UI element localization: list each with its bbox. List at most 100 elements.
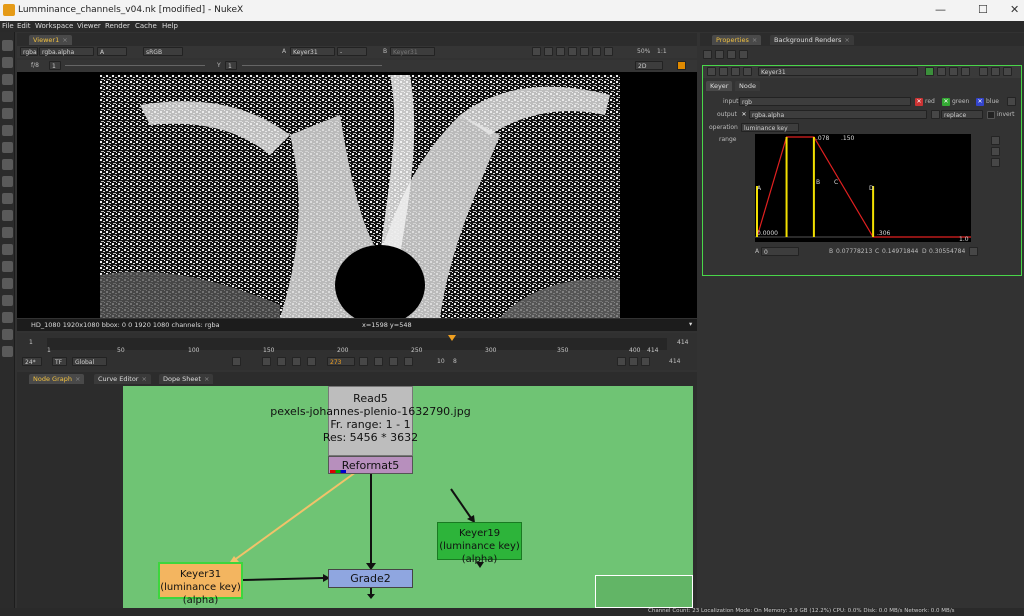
proxy-icon[interactable] — [568, 47, 577, 56]
colorspace-select[interactable]: sRGB — [143, 47, 183, 56]
hide-input-icon[interactable] — [925, 67, 934, 76]
tab-curve-editor[interactable]: Curve Editor × — [94, 374, 151, 384]
maximize-button[interactable]: ☐ — [978, 3, 988, 16]
node-graph[interactable]: Read5 pexels-johannes-plenio-1632790.jpg… — [123, 386, 693, 608]
keyer-tool-icon[interactable] — [2, 142, 13, 153]
channel-menu-icon[interactable] — [1007, 97, 1016, 106]
output-checkbox[interactable]: ✕ — [740, 111, 748, 119]
tab-node-graph[interactable]: Node Graph × — [29, 374, 85, 384]
range-graph[interactable]: .078 .150 A B C D 0.0000 .306 1.0 — [755, 134, 971, 243]
b-value[interactable]: 0.07778213 — [836, 247, 872, 256]
view-mode-select[interactable]: 2D — [635, 61, 663, 70]
operation-select[interactable]: luminance key — [741, 123, 799, 132]
input-select[interactable]: rgb — [739, 97, 911, 106]
output-select[interactable]: rgba.alpha — [749, 110, 927, 119]
a-input[interactable]: 0 — [761, 247, 799, 256]
revert-icon[interactable] — [937, 67, 946, 76]
close-icon[interactable]: × — [62, 36, 67, 44]
node-color-icon[interactable] — [743, 67, 752, 76]
fps-select[interactable]: 24* — [22, 357, 42, 366]
render-icon[interactable] — [629, 357, 638, 366]
fstop-label[interactable]: f/8 — [31, 61, 39, 70]
node-info-icon[interactable] — [719, 67, 728, 76]
draw-tool-icon[interactable] — [2, 57, 13, 68]
curve-zoom-out-icon[interactable] — [991, 147, 1000, 156]
gamma-input[interactable]: 1 — [225, 61, 237, 70]
menu-edit[interactable]: Edit — [17, 22, 31, 30]
close-icon[interactable]: × — [141, 375, 146, 383]
curve-reset-icon[interactable] — [991, 158, 1000, 167]
step-value[interactable]: 10 — [437, 357, 445, 366]
checker-icon[interactable] — [556, 47, 565, 56]
channel-tool-icon[interactable] — [2, 91, 13, 102]
float-panel-icon[interactable] — [991, 67, 1000, 76]
tab-viewer1[interactable]: Viewer1 × — [29, 35, 72, 45]
max-panels-icon[interactable] — [703, 50, 712, 59]
tab-background-renders[interactable]: Background Renders × — [770, 35, 854, 45]
menu-render[interactable]: Render — [105, 22, 130, 30]
pencil-icon[interactable] — [739, 50, 748, 59]
invert-checkbox[interactable] — [987, 111, 995, 119]
image-tool-icon[interactable] — [2, 40, 13, 51]
other-tool-icon[interactable] — [2, 295, 13, 306]
history-icon[interactable] — [949, 67, 958, 76]
color-tool-icon[interactable] — [2, 108, 13, 119]
settings-tool-icon[interactable] — [2, 346, 13, 357]
menu-cache[interactable]: Cache — [135, 22, 157, 30]
playhead-icon[interactable] — [448, 335, 456, 341]
output-mode-select[interactable]: replace — [941, 110, 983, 119]
play-back-button[interactable] — [307, 357, 316, 366]
go-start-button[interactable] — [262, 357, 271, 366]
play-forward-button[interactable] — [359, 357, 368, 366]
c-value[interactable]: 0.14971844 — [882, 247, 918, 256]
end-frame-value[interactable]: 414 — [669, 357, 680, 366]
merge-tool-icon[interactable] — [2, 159, 13, 170]
fstop-input[interactable]: 1 — [49, 61, 61, 70]
close-icon[interactable]: × — [752, 36, 757, 44]
views-tool-icon[interactable] — [2, 244, 13, 255]
center-icon[interactable] — [731, 67, 740, 76]
3d-tool-icon[interactable] — [2, 193, 13, 204]
flipbook-icon[interactable] — [617, 357, 626, 366]
output-menu-icon[interactable] — [931, 110, 940, 119]
paint-icon[interactable] — [677, 61, 686, 70]
tab-node[interactable]: Node — [735, 81, 760, 91]
menu-viewer[interactable]: Viewer — [77, 22, 101, 30]
menu-workspace[interactable]: Workspace — [35, 22, 73, 30]
minimize-button[interactable]: — — [935, 3, 946, 16]
prev-frame-button[interactable] — [292, 357, 301, 366]
overlay-icon[interactable] — [592, 47, 601, 56]
tf-select[interactable]: TF — [52, 357, 67, 366]
tab-keyer[interactable]: Keyer — [706, 81, 733, 91]
layer-select[interactable]: rgba — [20, 47, 38, 56]
collapse-icon[interactable] — [707, 67, 716, 76]
dropdown-icon[interactable]: ▾ — [689, 320, 692, 328]
roi-icon[interactable] — [532, 47, 541, 56]
close-icon[interactable]: × — [844, 36, 849, 44]
clear-panels-icon[interactable] — [715, 50, 724, 59]
grade2-node[interactable]: Grade2 — [328, 569, 413, 588]
keyer31-node[interactable]: Keyer31 (luminance key) (alpha) — [158, 562, 243, 606]
minimap[interactable] — [595, 575, 693, 608]
tab-properties[interactable]: Properties × — [712, 35, 762, 45]
blue-checkbox[interactable]: ✕ — [976, 98, 984, 106]
zoom-value[interactable]: 50% — [637, 47, 650, 56]
curve-menu-icon[interactable] — [969, 247, 978, 256]
gain-slider[interactable] — [65, 65, 205, 66]
menu-help[interactable]: Help — [162, 22, 178, 30]
display-channel-select[interactable]: A — [97, 47, 127, 56]
wipe-mode-select[interactable]: - — [337, 47, 367, 56]
timeline-ruler[interactable] — [47, 338, 667, 350]
close-panel-icon[interactable] — [1003, 67, 1012, 76]
node-name-field[interactable]: Keyer31 — [758, 67, 918, 76]
loop-icon[interactable] — [641, 357, 650, 366]
inc-value[interactable]: 8 — [453, 357, 457, 366]
ratio-value[interactable]: 1:1 — [657, 47, 667, 56]
clip-warning-icon[interactable] — [544, 47, 553, 56]
particles-tool-icon[interactable] — [2, 210, 13, 221]
help-icon[interactable] — [979, 67, 988, 76]
close-icon[interactable]: × — [204, 375, 209, 383]
next-frame-button[interactable] — [374, 357, 383, 366]
metadata-tool-icon[interactable] — [2, 261, 13, 272]
keyer19-node[interactable]: Keyer19 (luminance key) (alpha) — [437, 522, 522, 565]
